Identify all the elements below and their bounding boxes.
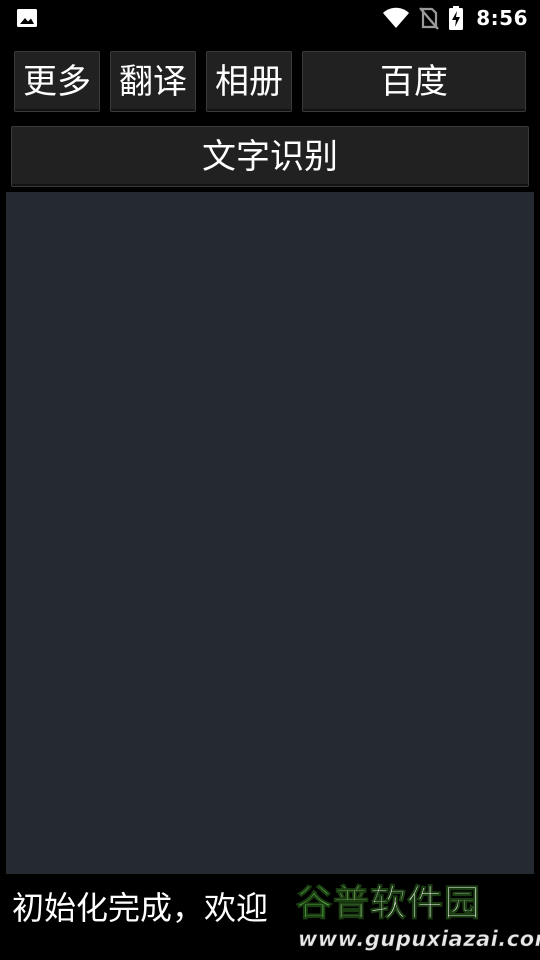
translate-button[interactable]: 翻译 bbox=[110, 51, 196, 112]
baidu-button[interactable]: 百度 bbox=[302, 51, 526, 112]
status-bar: 8:56 bbox=[0, 0, 540, 36]
status-time: 8:56 bbox=[476, 6, 528, 30]
no-sim-icon bbox=[419, 7, 440, 30]
status-message: 初始化完成，欢迎 bbox=[12, 889, 269, 927]
result-text-area[interactable] bbox=[6, 192, 534, 874]
wifi-icon bbox=[383, 7, 410, 28]
image-icon bbox=[17, 9, 37, 27]
more-button[interactable]: 更多 bbox=[14, 51, 100, 112]
album-button[interactable]: 相册 bbox=[206, 51, 292, 112]
status-icons: 8:56 bbox=[382, 6, 528, 30]
watermark-brand: 谷普软件园 bbox=[295, 883, 482, 925]
text-recognition-button[interactable]: 文字识别 bbox=[11, 126, 529, 187]
watermark-logo: 谷普软件园 www.gupuxiazai.com bbox=[295, 876, 540, 956]
battery-charging-icon bbox=[449, 6, 464, 30]
watermark-url: www.gupuxiazai.com bbox=[298, 927, 540, 952]
